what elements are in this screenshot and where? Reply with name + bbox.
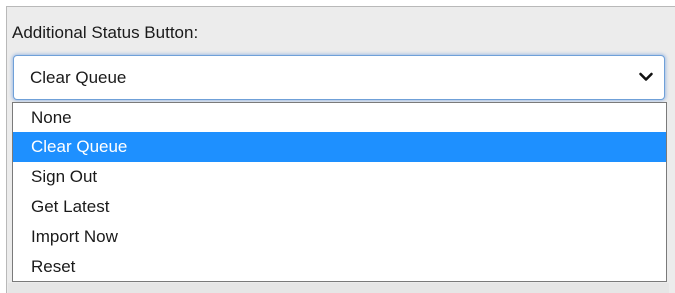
dropdown-option-import-now[interactable]: Import Now bbox=[13, 222, 666, 252]
select-current-value: Clear Queue bbox=[30, 68, 127, 87]
additional-status-button-label: Additional Status Button: bbox=[12, 23, 199, 42]
status-button-dropdown-list: None Clear Queue Sign Out Get Latest Imp… bbox=[12, 102, 667, 282]
dropdown-option-none[interactable]: None bbox=[13, 103, 666, 133]
settings-window: Additional Status Button: Clear Queue No… bbox=[0, 0, 675, 293]
dropdown-option-reset[interactable]: Reset bbox=[13, 252, 666, 282]
additional-status-button-select[interactable]: Clear Queue bbox=[13, 55, 665, 100]
chevron-down-icon[interactable] bbox=[638, 69, 654, 85]
dropdown-option-sign-out[interactable]: Sign Out bbox=[13, 162, 666, 192]
panel-bottom-strip bbox=[8, 283, 669, 293]
dropdown-option-clear-queue[interactable]: Clear Queue bbox=[13, 132, 666, 162]
panel-edge bbox=[667, 150, 675, 290]
dropdown-option-get-latest[interactable]: Get Latest bbox=[13, 192, 666, 222]
